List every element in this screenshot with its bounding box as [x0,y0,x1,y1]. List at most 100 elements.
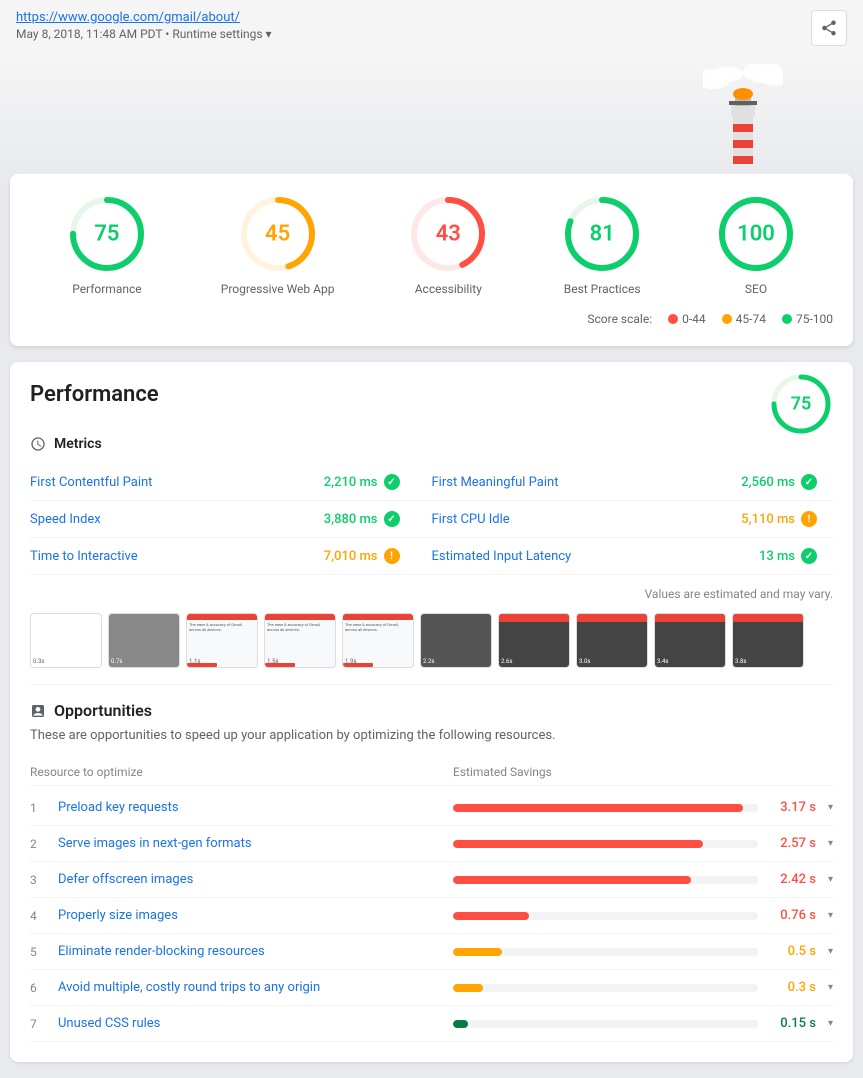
scale-label: Score scale: [587,312,652,326]
opp-row-5[interactable]: 5 Eliminate render-blocking resources 0.… [30,934,833,970]
pwa-score: 45 [265,222,290,247]
film-frame-2: The ease & accuracy of Gmail, across all… [186,613,258,668]
best-practices-score: 81 [590,222,615,247]
opp-bar-4: 0.76 s ▾ [453,908,833,923]
scale-dot-orange [722,314,732,324]
metric-tti-name: Time to Interactive [30,549,138,564]
opp-chevron-2[interactable]: ▾ [828,838,833,849]
metric-tti-icon: ! [384,548,400,564]
metric-si: Speed Index 3,880 ms ✓ [30,501,432,538]
metric-eil: Estimated Input Latency 13 ms ✓ [432,538,834,575]
performance-label: Performance [72,282,141,296]
opp-row-2[interactable]: 2 Serve images in next-gen formats 2.57 … [30,826,833,862]
score-accessibility[interactable]: 43 Accessibility [408,194,488,296]
opp-savings-7: 0.15 s [766,1016,816,1031]
perf-big-score: 75 [791,394,812,415]
film-time-6: 2.6s [501,658,512,665]
opp-table-header: Resource to optimize Estimated Savings [30,759,833,786]
opp-savings-6: 0.3 s [766,980,816,995]
film-frame-3: The ease & accuracy of Gmail, across all… [264,613,336,668]
opp-row-4[interactable]: 4 Properly size images 0.76 s ▾ [30,898,833,934]
opp-chevron-1[interactable]: ▾ [828,802,833,813]
opp-num-4: 4 [30,909,58,923]
section-divider [30,684,833,685]
film-time-4: 1.9s [345,658,356,665]
opp-row-7[interactable]: 7 Unused CSS rules 0.15 s ▾ [30,1006,833,1042]
clock-icon [30,436,46,452]
opp-row-6[interactable]: 6 Avoid multiple, costly round trips to … [30,970,833,1006]
scale-dot-red [668,314,678,324]
score-best-practices[interactable]: 81 Best Practices [562,194,642,296]
opp-bar-2: 2.57 s ▾ [453,836,833,851]
header-meta: May 8, 2018, 11:48 AM PDT • Runtime sett… [16,27,272,41]
film-time-9: 3.8s [735,658,746,665]
opp-bar-6: 0.3 s ▾ [453,980,833,995]
performance-score: 75 [94,222,119,247]
opp-name-6: Avoid multiple, costly round trips to an… [58,980,453,995]
score-seo[interactable]: 100 SEO [716,194,796,296]
opportunities-title: Opportunities [54,701,152,720]
performance-title: Performance [30,382,833,407]
opp-bar-5: 0.5 s ▾ [453,944,833,959]
header-url[interactable]: https://www.google.com/gmail/about/ [16,10,272,25]
opp-chevron-3[interactable]: ▾ [828,874,833,885]
film-frame-1: 0.7s [108,613,180,668]
opp-chevron-5[interactable]: ▾ [828,946,833,957]
metric-fcp-name: First Contentful Paint [30,475,152,490]
scores-row: 75 Performance 45 Progressive Web App [30,194,833,296]
metric-fcp: First Contentful Paint 2,210 ms ✓ [30,464,432,501]
col-savings: Estimated Savings [453,765,833,779]
best-practices-label: Best Practices [564,282,641,296]
metric-fci-value: 5,110 ms [741,512,795,527]
film-time-7: 3.0s [579,658,590,665]
opp-chevron-7[interactable]: ▾ [828,1018,833,1029]
metric-si-value-wrap: 3,880 ms ✓ [324,511,400,527]
metric-eil-value: 13 ms [759,549,795,564]
seo-score: 100 [737,222,775,247]
metric-tti-value-wrap: 7,010 ms ! [324,548,400,564]
metric-fcp-value-wrap: 2,210 ms ✓ [324,474,400,490]
opp-chevron-4[interactable]: ▾ [828,910,833,921]
film-time-3: 1.5s [267,658,278,665]
opp-name-1: Preload key requests [58,800,453,815]
opp-bar-1: 3.17 s ▾ [453,800,833,815]
opp-num-7: 7 [30,1017,58,1031]
film-frame-9: 3.8s [732,613,804,668]
opportunities-header: Opportunities [30,701,833,720]
film-time-1: 0.7s [111,658,122,665]
metric-fmp-icon: ✓ [801,474,817,490]
opp-savings-4: 0.76 s [766,908,816,923]
score-pwa[interactable]: 45 Progressive Web App [221,194,335,296]
score-scale: Score scale: 0-44 45-74 75-100 [30,312,833,326]
pwa-label: Progressive Web App [221,282,335,296]
metric-fcp-icon: ✓ [384,474,400,490]
values-note: Values are estimated and may vary. [30,587,833,601]
scale-range-red: 0-44 [682,312,706,326]
film-time-2: 1.1s [189,658,200,665]
performance-section: 75 Performance Metrics First Contentful … [10,362,853,1062]
film-time-8: 3.4s [657,658,668,665]
score-performance[interactable]: 75 Performance [67,194,147,296]
opp-num-6: 6 [30,981,58,995]
opp-num-2: 2 [30,837,58,851]
opp-row-1[interactable]: 1 Preload key requests 3.17 s ▾ [30,790,833,826]
opp-name-7: Unused CSS rules [58,1016,453,1031]
scale-dot-green [782,314,792,324]
film-frame-7: 3.0s [576,613,648,668]
opp-name-4: Properly size images [58,908,453,923]
best-practices-circle: 81 [562,194,642,274]
opp-num-1: 1 [30,801,58,815]
opp-row-3[interactable]: 3 Defer offscreen images 2.42 s ▾ [30,862,833,898]
share-button[interactable] [811,10,847,46]
perf-score-circle: 75 [769,372,833,436]
metric-fmp-value: 2,560 ms [741,475,795,490]
metric-eil-value-wrap: 13 ms ✓ [759,548,817,564]
metrics-header: Metrics [30,436,833,452]
scale-red: 0-44 [668,312,706,326]
metric-eil-name: Estimated Input Latency [432,549,572,564]
seo-circle: 100 [716,194,796,274]
lighthouse-icon [703,64,783,174]
opp-chevron-6[interactable]: ▾ [828,982,833,993]
performance-circle: 75 [67,194,147,274]
seo-label: SEO [745,282,767,296]
